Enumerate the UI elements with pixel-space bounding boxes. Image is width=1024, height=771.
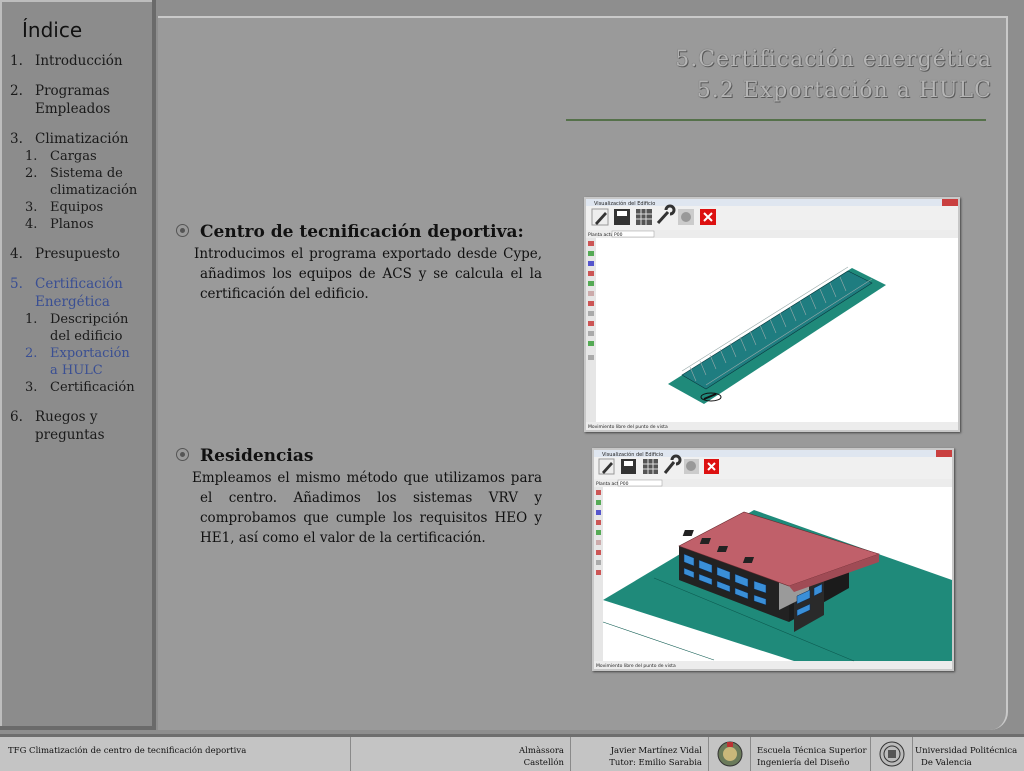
index-sidebar: Índice 1. Introducción 2. Programas Emplea… bbox=[0, 0, 156, 730]
close-icon[interactable] bbox=[700, 209, 716, 225]
hulc-viewer-residencias: Visualización del Edificio Planta actual… bbox=[594, 450, 952, 669]
toc-item-programas[interactable]: 2. Programas Empleados bbox=[10, 82, 131, 118]
toc-subitem-sistema[interactable]: 2. Sistema de climatización bbox=[10, 165, 140, 199]
toc-item-introduccion[interactable]: 1. Introducción bbox=[10, 52, 150, 70]
toc-item-ruegos[interactable]: 6. Ruegos y preguntas bbox=[10, 408, 115, 444]
footer-course: TFG Climatización de centro de tecnifica… bbox=[8, 746, 247, 756]
grid-icon[interactable] bbox=[643, 459, 658, 474]
svg-text:Movimiento libre del punto de: Movimiento libre del punto de vista bbox=[596, 663, 676, 669]
footer-place: Almàssora Castellón bbox=[350, 737, 570, 771]
heading-divider bbox=[566, 119, 986, 121]
close-icon[interactable] bbox=[704, 459, 719, 474]
slide-footer: TFG Climatización de centro de tecnifica… bbox=[0, 734, 1024, 771]
save-icon[interactable] bbox=[614, 209, 630, 225]
toc-subitem-cargas[interactable]: 1. Cargas bbox=[10, 148, 150, 165]
toc-subitem-certificacion[interactable]: 3. Certificación bbox=[10, 379, 150, 396]
hulc-viewer-centro: Visualización del Edificio Planta actual… bbox=[586, 199, 958, 430]
toc-subitem-planos[interactable]: 4. Planos bbox=[10, 216, 150, 233]
toc-subitem-exportacion[interactable]: 2. Exportación a HULC bbox=[10, 345, 132, 379]
section-residencias: Residencias Empleamos el mismo método qu… bbox=[170, 446, 542, 548]
window-close-icon[interactable] bbox=[936, 450, 952, 457]
settings-icon[interactable] bbox=[678, 209, 694, 225]
section-centro: Centro de tecnificación deportiva: Intro… bbox=[170, 222, 542, 304]
section-centro-title: Centro de tecnificación deportiva: bbox=[170, 222, 542, 242]
toc-item-certificacion[interactable]: 5. Certificación Energética bbox=[10, 275, 135, 311]
grid-icon[interactable] bbox=[636, 209, 652, 225]
screenshot-residencias: Visualización del Edificio Planta actual… bbox=[592, 448, 954, 671]
svg-text:Visualización del Edificio: Visualización del Edificio bbox=[602, 451, 663, 458]
toc-subitem-descripcion[interactable]: 1. Descripción del edificio bbox=[10, 311, 142, 345]
settings-icon[interactable] bbox=[684, 459, 699, 474]
window-title: Visualización del Edificio bbox=[594, 200, 655, 207]
section-residencias-title: Residencias bbox=[170, 446, 542, 466]
footer-school: Escuela Técnica Superior Ingeniería del … bbox=[750, 737, 870, 771]
sidebar-title: Índice bbox=[22, 18, 83, 42]
heading-line-1: 5.Certificación energética bbox=[675, 47, 992, 72]
school-logo-icon bbox=[708, 737, 750, 771]
window-close-icon[interactable] bbox=[942, 199, 958, 206]
slide-heading: 5.Certificación energética 5.2 Exportaci… bbox=[675, 44, 992, 106]
footer-author: Javier Martínez Vidal Tutor: Emilio Sara… bbox=[570, 737, 708, 771]
building-roof bbox=[681, 270, 873, 390]
footer-university: Universidad Politécnica De Valencia bbox=[912, 737, 1024, 771]
save-icon[interactable] bbox=[621, 459, 636, 474]
bullet-icon bbox=[176, 224, 189, 237]
pencil-icon[interactable] bbox=[591, 208, 609, 226]
screenshot-centro: Visualización del Edificio Planta actual… bbox=[584, 197, 960, 432]
toc-item-climatizacion[interactable]: 3. Climatización bbox=[10, 130, 150, 148]
table-of-contents: 1. Introducción 2. Programas Empleados 3. C… bbox=[10, 52, 150, 444]
bullet-icon bbox=[176, 448, 189, 461]
section-centro-body: Introducimos el programa exportado desde… bbox=[194, 246, 542, 302]
heading-line-2: 5.2 Exportación a HULC bbox=[696, 78, 992, 103]
pencil-icon[interactable] bbox=[598, 458, 615, 475]
university-seal-icon bbox=[870, 737, 912, 771]
section-residencias-body: Empleamos el mismo método que utilizamos… bbox=[192, 470, 542, 546]
svg-text:P00: P00 bbox=[614, 232, 623, 238]
toc-item-presupuesto[interactable]: 4. Presupuesto bbox=[10, 245, 150, 263]
svg-text:P00: P00 bbox=[620, 481, 629, 487]
toc-subitem-equipos[interactable]: 3. Equipos bbox=[10, 199, 150, 216]
status-bar: Movimiento libre del punto de vista bbox=[588, 424, 668, 430]
